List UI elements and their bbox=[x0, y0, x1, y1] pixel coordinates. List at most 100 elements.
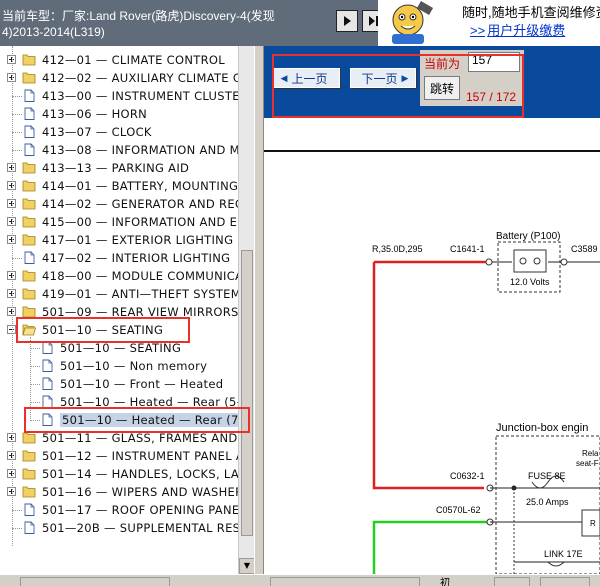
tree-connector bbox=[12, 150, 22, 151]
tree-item[interactable]: 414—01 — BATTERY, MOUNTING A bbox=[0, 177, 254, 195]
connector-c1641: C1641-1 bbox=[450, 244, 485, 254]
tree-connector bbox=[30, 366, 40, 367]
wire-label-left: R,35.0D,295 bbox=[372, 244, 423, 254]
tree-item[interactable]: 415—00 — INFORMATION AND EN bbox=[0, 213, 254, 231]
folder-open-icon bbox=[22, 323, 37, 336]
tree-connector bbox=[30, 384, 40, 385]
tree-item[interactable]: 501—10 — Heated — Rear (5— bbox=[0, 393, 254, 411]
status-text: 初 bbox=[440, 578, 450, 586]
upgrade-link[interactable]: >> 用户升级缴费 bbox=[470, 20, 565, 39]
tree-item[interactable]: 417—02 — INTERIOR LIGHTING bbox=[0, 249, 254, 267]
document-icon bbox=[22, 89, 36, 102]
tree-item[interactable]: 413—06 — HORN bbox=[0, 105, 254, 123]
scroll-down-arrow[interactable]: ▼ bbox=[239, 558, 255, 574]
jump-button[interactable]: 跳转 bbox=[424, 76, 460, 100]
tree-item-label: 412—02 — AUXILIARY CLIMATE C bbox=[42, 71, 242, 85]
tree-item[interactable]: 412—02 — AUXILIARY CLIMATE C bbox=[0, 69, 254, 87]
tree-item[interactable]: 412—01 — CLIMATE CONTROL bbox=[0, 51, 254, 69]
prev-page-label: 上一页 bbox=[291, 71, 328, 86]
document-icon bbox=[40, 377, 54, 390]
tree-item-label: 501—14 — HANDLES, LOCKS, LAT bbox=[42, 467, 246, 481]
vehicle-title: 当前车型：厂家:Land Rover(路虎)Discovery-4(发现 4)2… bbox=[2, 8, 302, 40]
tree-connector bbox=[12, 528, 22, 529]
tree-item-label: 413—06 — HORN bbox=[42, 107, 148, 121]
tree-item[interactable]: 501—14 — HANDLES, LOCKS, LAT bbox=[0, 465, 254, 483]
tree-item[interactable]: 413—13 — PARKING AID bbox=[0, 159, 254, 177]
status-segment-1 bbox=[20, 577, 170, 586]
next-arrow-button[interactable] bbox=[336, 10, 358, 32]
fuse-amps: 25.0 Amps bbox=[526, 497, 569, 507]
folder-icon bbox=[22, 485, 36, 498]
battery-symbol bbox=[513, 249, 547, 273]
tree-guide-line bbox=[12, 46, 13, 546]
folder-icon bbox=[22, 161, 36, 174]
next-page-button[interactable]: 下一页 ▶ bbox=[350, 68, 416, 88]
tree-item[interactable]: 501—11 — GLASS, FRAMES AND I bbox=[0, 429, 254, 447]
folder-icon bbox=[22, 287, 36, 300]
connector-dot bbox=[560, 258, 568, 266]
tree-item-label: 501—10 — Heated — Rear (7— bbox=[60, 413, 253, 427]
folder-icon bbox=[22, 215, 36, 228]
folder-icon bbox=[22, 269, 36, 282]
current-page-label: 当前为 bbox=[424, 57, 461, 71]
tree-item[interactable]: 418—00 — MODULE COMMUNICAT bbox=[0, 267, 254, 285]
red-wire bbox=[372, 262, 484, 490]
tree-item-label: 501—20B — SUPPLEMENTAL REST bbox=[42, 521, 248, 535]
relay-mark: R bbox=[590, 519, 596, 528]
document-icon bbox=[22, 107, 36, 120]
tree-item[interactable]: 501—10 — SEATING bbox=[0, 339, 254, 357]
folder-icon bbox=[22, 467, 36, 480]
folder-icon bbox=[22, 197, 36, 210]
tree-item[interactable]: 414—02 — GENERATOR AND REG bbox=[0, 195, 254, 213]
tree-item-label: 413—08 — INFORMATION AND ME bbox=[42, 143, 248, 157]
tree-item[interactable]: 501—16 — WIPERS AND WASHER bbox=[0, 483, 254, 501]
tree-item[interactable]: 419—01 — ANTI—THEFT SYSTEM bbox=[0, 285, 254, 303]
page-number-input[interactable]: 157 bbox=[468, 52, 520, 72]
panel-splitter[interactable] bbox=[254, 46, 264, 574]
tree-item[interactable]: 417—01 — EXTERIOR LIGHTING bbox=[0, 231, 254, 249]
folder-icon bbox=[22, 431, 36, 444]
tree-connector bbox=[30, 420, 40, 421]
document-icon bbox=[40, 359, 54, 372]
tree-connector bbox=[12, 258, 22, 259]
tree-item[interactable]: 501—09 — REAR VIEW MIRRORS bbox=[0, 303, 254, 321]
tree-item-label: 417—01 — EXTERIOR LIGHTING bbox=[42, 233, 234, 247]
status-segment-3 bbox=[494, 577, 530, 586]
tree-item[interactable]: 501—10 — Non memory bbox=[0, 357, 254, 375]
tree-item[interactable]: 413—08 — INFORMATION AND ME bbox=[0, 141, 254, 159]
upgrade-link-label: 用户升级缴费 bbox=[487, 23, 566, 38]
folder-icon bbox=[22, 53, 36, 66]
link-label: LINK 17E bbox=[544, 549, 583, 559]
tree-item[interactable]: 501—10 — Front — Heated bbox=[0, 375, 254, 393]
ad-banner[interactable]: 随时,随地手机查阅维修资 >> 用户升级缴费 bbox=[378, 0, 600, 46]
relay-label-1: Rela bbox=[582, 449, 599, 458]
tree-item-label: 501—10 — Front — Heated bbox=[60, 377, 224, 391]
tree-connector bbox=[12, 114, 22, 115]
tree-item[interactable]: 413—07 — CLOCK bbox=[0, 123, 254, 141]
tree-connector bbox=[12, 96, 22, 97]
tree-item-label: 501—09 — REAR VIEW MIRRORS bbox=[42, 305, 239, 319]
tree-item[interactable]: 501—12 — INSTRUMENT PANEL AI bbox=[0, 447, 254, 465]
chapter-tree[interactable]: 412—01 — CLIMATE CONTROL 412—02 — AUXILIA… bbox=[0, 46, 254, 574]
play-right-icon bbox=[344, 16, 351, 26]
tree-item[interactable]: 501—17 — ROOF OPENING PANE bbox=[0, 501, 254, 519]
tree-item[interactable]: 501—20B — SUPPLEMENTAL REST bbox=[0, 519, 254, 537]
tree-scrollbar[interactable]: ▼ bbox=[238, 46, 255, 574]
tree-scroll-thumb[interactable] bbox=[241, 250, 253, 536]
tree-item-label: 501—16 — WIPERS AND WASHER bbox=[42, 485, 244, 499]
junction-title: Junction-box engin bbox=[496, 422, 588, 434]
tree-guide-line bbox=[30, 337, 31, 421]
battery-volts: 12.0 Volts bbox=[510, 277, 550, 287]
tree-item-label: 418—00 — MODULE COMMUNICAT bbox=[42, 269, 250, 283]
tree-item-label: 501—10 — Non memory bbox=[60, 359, 208, 373]
folder-icon bbox=[22, 179, 36, 192]
tree-item[interactable]: 501—10 — Heated — Rear (7— bbox=[0, 411, 254, 429]
tree-item-label: 501—12 — INSTRUMENT PANEL AI bbox=[42, 449, 248, 463]
wiring-diagram-view[interactable]: R,35.0D,295 C1641-1 Battery (P100) C3589… bbox=[264, 118, 600, 574]
tree-item[interactable]: 501—10 — SEATING bbox=[0, 321, 254, 339]
next-page-label: 下一页 bbox=[361, 71, 398, 86]
tree-item-label: 415—00 — INFORMATION AND EN bbox=[42, 215, 247, 229]
prev-page-button[interactable]: ◀ 上一页 bbox=[272, 68, 340, 88]
fuse-label: FUSE 8E bbox=[528, 471, 566, 481]
tree-item[interactable]: 413—00 — INSTRUMENT CLUSTER bbox=[0, 87, 254, 105]
